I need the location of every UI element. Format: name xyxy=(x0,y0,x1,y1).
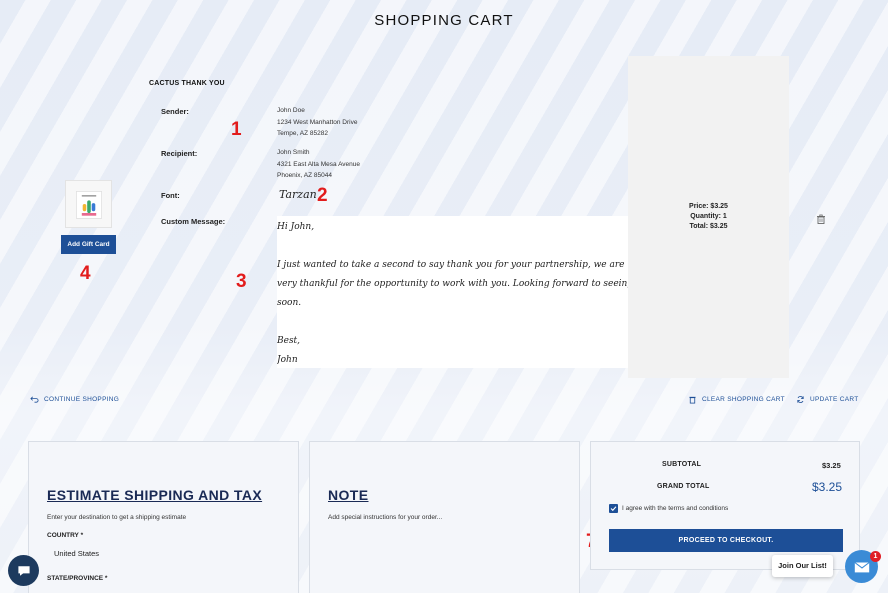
sender-address: John Doe 1234 West Manhatton Drive Tempe… xyxy=(277,105,357,140)
message-line: I just wanted to take a second to say th… xyxy=(277,260,625,270)
message-line: very thankful for the opportunity to wor… xyxy=(277,279,628,289)
recipient-line: John Smith xyxy=(277,149,310,156)
join-our-list-bubble[interactable]: Join Our List! xyxy=(772,555,833,577)
recipient-label: Recipient: xyxy=(161,149,198,158)
message-line: Best, xyxy=(277,336,301,346)
terms-checkbox[interactable] xyxy=(609,504,618,513)
marker-1: 1 xyxy=(231,119,242,140)
chat-icon xyxy=(17,565,30,576)
continue-shopping-link[interactable]: CONTINUE SHOPPING xyxy=(30,395,119,404)
recipient-line: 4321 East Alta Mesa Avenue xyxy=(277,160,360,168)
message-line: soon. xyxy=(277,298,302,308)
update-cart-link[interactable]: UPDATE CART xyxy=(796,395,859,404)
continue-shopping-label: CONTINUE SHOPPING xyxy=(44,396,120,403)
estimate-shipping-panel: ESTIMATE SHIPPING AND TAX Enter your des… xyxy=(28,441,299,593)
add-gift-card-button[interactable]: Add Gift Card xyxy=(61,235,116,254)
page-title: SHOPPING CART xyxy=(374,12,514,29)
thank-you-card-image xyxy=(65,180,112,228)
marker-3: 3 xyxy=(236,271,247,292)
refresh-icon xyxy=(797,396,804,403)
note-panel: NOTE Add special instructions for your o… xyxy=(309,441,580,593)
return-arrow-icon xyxy=(30,396,39,403)
sender-line: 1234 West Manhatton Drive xyxy=(277,118,358,126)
grand-total-value: $3.25 xyxy=(812,480,843,494)
sender-line: John Doe xyxy=(277,107,305,114)
checkmark-icon xyxy=(610,506,617,512)
recipient-line: Phoenix, AZ 85044 xyxy=(277,172,332,179)
proceed-to-checkout-button[interactable]: PROCEED TO CHECKOUT. xyxy=(609,529,843,552)
font-value: Tarzan xyxy=(279,188,317,201)
message-line: Hi John, xyxy=(277,222,315,232)
clear-shopping-cart-link[interactable]: CLEAR SHOPPING CART xyxy=(688,395,785,404)
item-quantity: Quantity: 1 xyxy=(690,213,727,220)
grand-total-label: GRAND TOTAL xyxy=(657,483,710,490)
shipping-title: ESTIMATE SHIPPING AND TAX xyxy=(47,487,263,503)
chat-button[interactable] xyxy=(8,555,39,586)
clear-shopping-cart-label: CLEAR SHOPPING CART xyxy=(702,396,785,403)
recipient-address: John Smith 4321 East Alta Mesa Avenue Ph… xyxy=(277,147,360,182)
shipping-subtitle: Enter your destination to get a shipping… xyxy=(47,514,187,521)
message-line: John xyxy=(277,355,298,365)
state-label: STATE/PROVINCE * xyxy=(47,575,108,582)
country-select[interactable]: United States xyxy=(54,549,99,558)
message-line xyxy=(277,313,628,332)
sender-line: Tempe, AZ 85282 xyxy=(277,130,328,137)
note-input[interactable]: Add special instructions for your order.… xyxy=(328,514,442,521)
custom-message: Hi John, I just wanted to take a second … xyxy=(277,216,628,368)
notification-badge: 1 xyxy=(870,551,881,562)
item-price: Price: $3.25 xyxy=(689,203,728,210)
subtotal-value: $3.25 xyxy=(822,461,841,470)
terms-label: I agree with the terms and conditions xyxy=(622,505,729,512)
item-total: Total: $3.25 xyxy=(689,223,728,230)
product-name: CACTUS THANK YOU xyxy=(149,80,225,87)
update-cart-label: UPDATE CART xyxy=(810,396,859,403)
subtotal-label: SUBTOTAL xyxy=(662,461,702,468)
font-label: Font: xyxy=(161,191,180,200)
price-summary-box: Price: $3.25 Quantity: 1 Total: $3.25 xyxy=(628,56,789,378)
marker-2: 2 xyxy=(317,185,328,206)
message-line xyxy=(277,237,628,256)
trash-icon[interactable] xyxy=(816,211,826,224)
sender-label: Sender: xyxy=(161,107,189,116)
custom-message-label: Custom Message: xyxy=(161,217,226,226)
mail-icon xyxy=(853,561,870,572)
trash-icon xyxy=(689,396,696,404)
terms-row: I agree with the terms and conditions xyxy=(609,504,728,513)
country-label: COUNTRY * xyxy=(47,532,84,539)
marker-4: 4 xyxy=(80,263,91,284)
note-title: NOTE xyxy=(328,487,369,503)
